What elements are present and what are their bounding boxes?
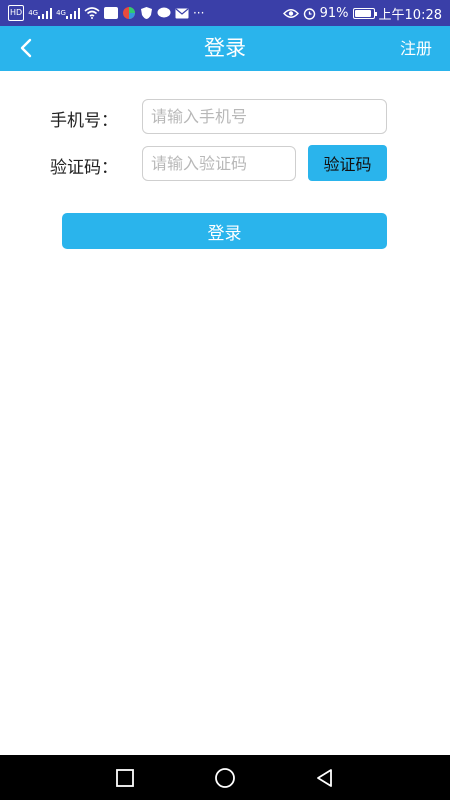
signal-icon: 4G bbox=[28, 6, 53, 20]
more-notifications-icon: ··· bbox=[192, 6, 205, 20]
status-left: HD 4G 4G ··· bbox=[8, 5, 204, 21]
alarm-icon bbox=[303, 6, 316, 20]
back-button[interactable] bbox=[12, 34, 40, 62]
triangle-back-icon bbox=[317, 769, 332, 787]
circle-icon bbox=[215, 768, 235, 788]
battery-percent: 91% bbox=[319, 5, 349, 21]
mail-icon bbox=[175, 6, 189, 20]
wifi-icon bbox=[84, 6, 100, 20]
recent-apps-button[interactable] bbox=[112, 765, 138, 791]
nav-bar: 登录 注册 bbox=[0, 26, 450, 71]
page-title: 登录 bbox=[204, 36, 246, 60]
signal-icon-2: 4G bbox=[56, 6, 80, 20]
status-time: 上午10:28 bbox=[378, 7, 442, 23]
login-button[interactable]: 登录 bbox=[62, 213, 387, 249]
chat-icon bbox=[157, 6, 171, 20]
home-button[interactable] bbox=[212, 765, 238, 791]
register-link[interactable]: 注册 bbox=[400, 26, 432, 71]
eye-icon bbox=[282, 6, 299, 20]
colorful-app-icon bbox=[122, 6, 136, 20]
code-label: 验证码： bbox=[50, 158, 118, 178]
network-type-2: 4G bbox=[56, 9, 66, 17]
square-icon bbox=[116, 769, 134, 787]
system-nav-bar bbox=[0, 755, 450, 800]
status-bar: HD 4G 4G ··· 91% 上午10:28 bbox=[0, 0, 450, 26]
hd-icon: HD bbox=[8, 5, 25, 21]
phone-input[interactable] bbox=[142, 99, 387, 134]
battery-icon bbox=[352, 7, 377, 19]
phone-label: 手机号： bbox=[50, 111, 118, 131]
status-right: 91% 上午10:28 bbox=[282, 4, 442, 23]
chevron-left-icon bbox=[20, 38, 32, 58]
battery-fill bbox=[354, 9, 371, 17]
network-type-1: 4G bbox=[28, 9, 39, 17]
back-nav-button[interactable] bbox=[312, 765, 338, 791]
shield-icon bbox=[140, 6, 153, 20]
get-code-button[interactable]: 验证码 bbox=[308, 145, 387, 181]
app-notification-icon bbox=[103, 7, 118, 19]
code-input[interactable] bbox=[142, 146, 296, 181]
